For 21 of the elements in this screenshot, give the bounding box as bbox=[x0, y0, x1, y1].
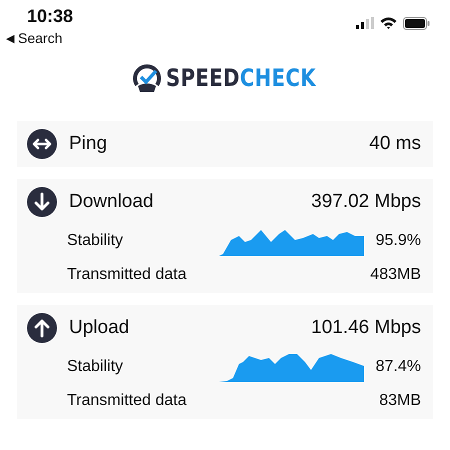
metric-value: 397.02 Mbps bbox=[311, 191, 421, 213]
metric-value: 101.46 Mbps bbox=[311, 317, 421, 339]
stability-label: Stability bbox=[67, 232, 124, 250]
battery-icon bbox=[403, 16, 430, 30]
signal-icon bbox=[356, 17, 374, 29]
metric-label: Download bbox=[69, 191, 154, 213]
app-logo-text: SPEEDCHECK bbox=[166, 64, 316, 92]
speedometer-check-icon bbox=[132, 63, 162, 93]
stability-value: 87.4% bbox=[376, 358, 421, 376]
transmitted-data-label: Transmitted data bbox=[67, 392, 188, 410]
wifi-icon bbox=[380, 17, 397, 29]
transmitted-data-value: 483MB bbox=[370, 266, 421, 284]
metric-value: 40 ms bbox=[369, 133, 421, 155]
stability-value: 95.9% bbox=[376, 232, 421, 250]
stability-label: Stability bbox=[67, 358, 124, 376]
transmitted-data-label: Transmitted data bbox=[67, 266, 188, 284]
transmitted-data-value: 83MB bbox=[379, 392, 421, 410]
metric-label: Ping bbox=[69, 133, 108, 155]
back-link[interactable]: ◀ Search bbox=[6, 30, 74, 46]
clock-time: 10:38 bbox=[26, 6, 74, 27]
metric-label: Upload bbox=[69, 317, 130, 339]
